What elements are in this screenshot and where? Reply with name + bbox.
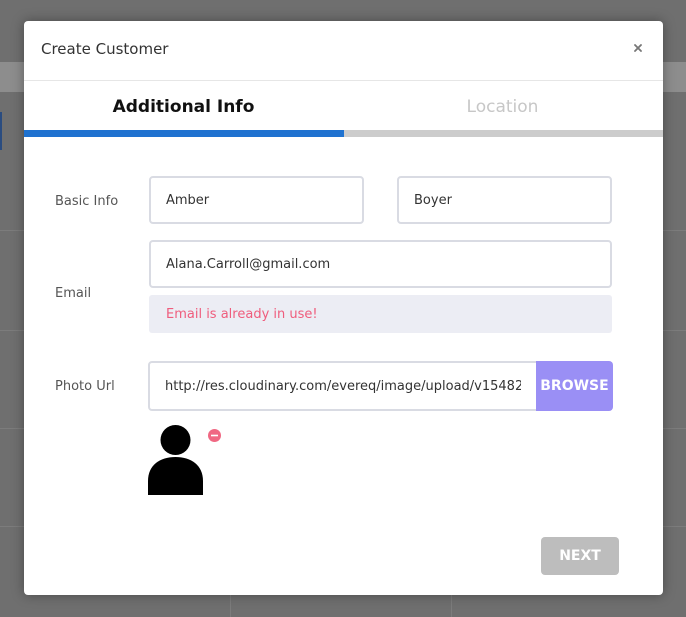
email-input[interactable] <box>149 240 612 288</box>
email-label: Email <box>55 286 92 301</box>
browse-button[interactable]: BROWSE <box>536 361 613 411</box>
tab-additional-info[interactable]: Additional Info <box>24 81 343 137</box>
background-button <box>0 112 2 150</box>
remove-photo-icon[interactable] <box>208 429 221 442</box>
tab-location[interactable]: Location <box>343 81 662 137</box>
user-avatar-icon <box>148 425 203 495</box>
last-name-input[interactable] <box>397 176 612 224</box>
photo-url-label: Photo Url <box>55 379 115 394</box>
photo-url-input[interactable] <box>148 361 538 411</box>
dialog-header: Create Customer <box>24 21 663 81</box>
step-progress-fill <box>24 130 344 137</box>
create-customer-dialog: Create Customer Additional Info Location… <box>24 21 663 595</box>
close-icon[interactable] <box>631 41 645 55</box>
first-name-input[interactable] <box>149 176 364 224</box>
step-progress-bar <box>24 130 663 137</box>
dialog-title: Create Customer <box>41 40 169 58</box>
next-button[interactable]: NEXT <box>541 537 619 575</box>
basic-info-label: Basic Info <box>55 194 119 209</box>
email-error-message: Email is already in use! <box>149 295 612 333</box>
